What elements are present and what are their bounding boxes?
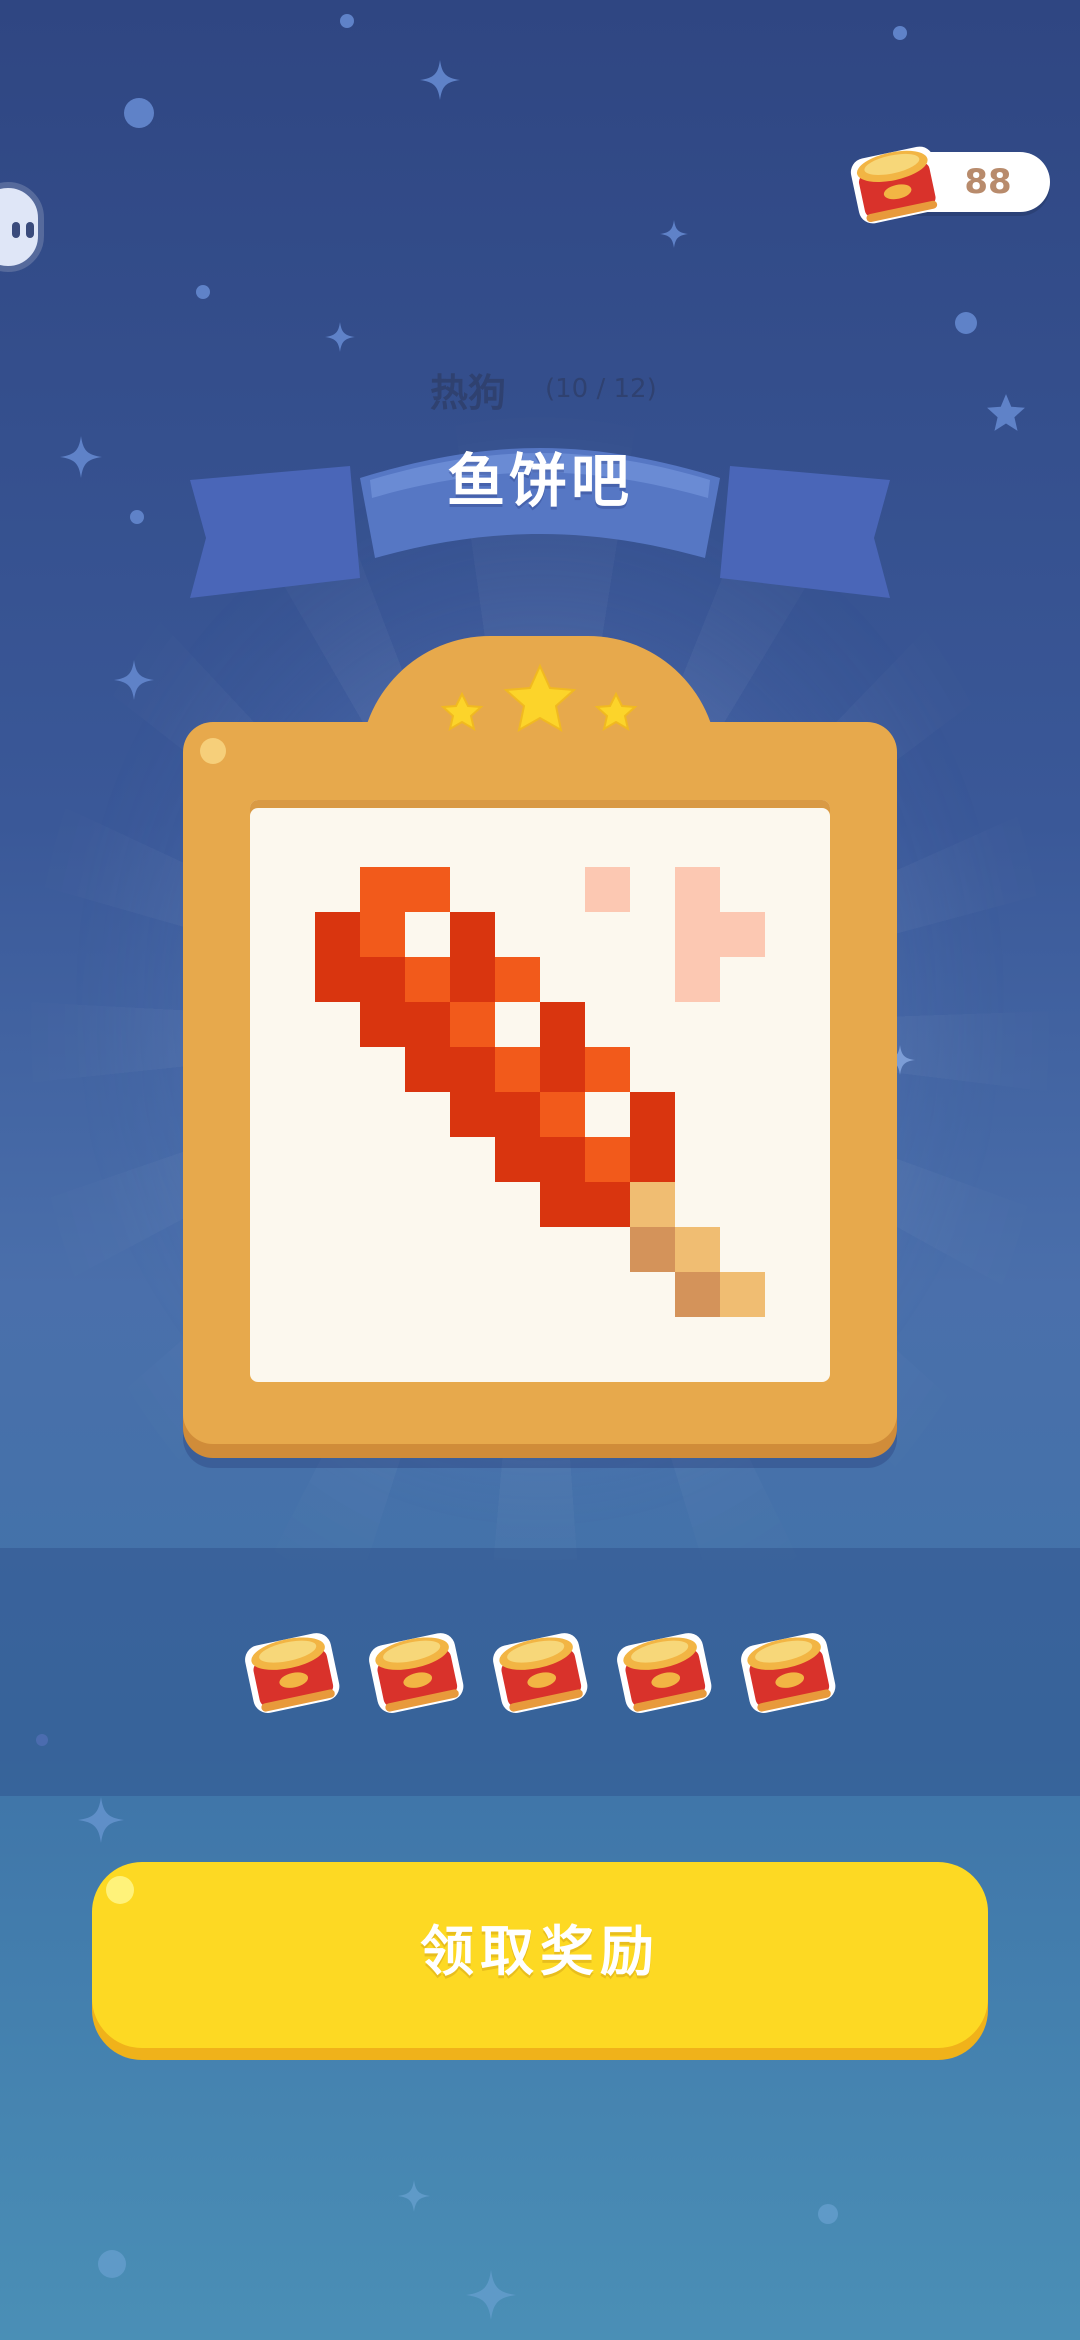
pixel-cell [495,1092,540,1137]
pixel-cell [405,1047,450,1092]
background-dot [124,98,154,128]
background-dot [130,510,144,524]
pixel-cell [495,1137,540,1182]
cat-food-can-icon [736,1622,840,1726]
pixel-cell [585,1047,630,1092]
pixel-cell [720,1272,765,1317]
pixel-cell [450,957,495,1002]
cat-food-can-icon [364,1622,468,1726]
pixel-cell [630,1182,675,1227]
pixel-cell [450,912,495,957]
pixel-cell [360,912,405,957]
pixel-cell [495,1047,540,1092]
sparkle-icon [78,1797,124,1843]
pixel-cell [315,957,360,1002]
sparkle-icon [466,2270,516,2320]
pixel-cell [315,912,360,957]
pixel-cell [585,1182,630,1227]
pixel-cell [540,1047,585,1092]
pixel-cell [675,1227,720,1272]
pixel-cell [405,867,450,912]
pixel-cell [360,1002,405,1047]
coin-count: 88 [964,162,1012,202]
pixel-cell [540,1137,585,1182]
pixel-cell [450,1092,495,1137]
pixel-cell [360,957,405,1002]
pixel-cell [630,1137,675,1182]
sparkle-icon [660,220,688,248]
sparkle-icon [325,322,355,352]
claim-reward-label[interactable]: 领取奖励 [92,1862,988,2042]
pixel-cell [675,867,720,912]
cat-food-can-icon [240,1622,344,1726]
pixel-cell [675,912,720,957]
pixel-cell [585,1137,630,1182]
level-name: 热狗 [430,371,507,415]
pixel-cell [405,957,450,1002]
pixel-cell [630,1092,675,1137]
sparkle-icon [60,436,102,478]
background-dot [893,26,907,40]
mascot-avatar-button[interactable] [0,182,44,272]
pixel-cell [675,957,720,1002]
pixel-cell [360,867,405,912]
star-icon [594,691,638,732]
star-icon [503,663,577,732]
sparkle-icon [987,394,1025,431]
pixel-cell [450,1002,495,1047]
star-icon [440,691,484,732]
background-dot [98,2250,126,2278]
level-title: 鱼饼吧 [446,447,633,515]
pixel-cell [540,1092,585,1137]
pixel-cell [495,957,540,1002]
pixel-cell [405,1002,450,1047]
pixel-cell [720,912,765,957]
sparkle-icon [398,2180,430,2212]
background-dot [955,312,977,334]
pixel-cell [630,1227,675,1272]
star-rating [440,663,638,732]
sparkle-icon [114,660,154,700]
cat-food-can-icon [850,146,942,224]
pixel-cell [540,1182,585,1227]
background-dot [196,285,210,299]
background-dot [340,14,354,28]
pixel-cell [585,867,630,912]
cat-food-can-icon [612,1622,716,1726]
background-dot [818,2204,838,2224]
pixel-cell [540,1002,585,1047]
pixel-cell [450,1047,495,1092]
sparkle-icon [420,60,460,100]
frame-highlight [200,738,226,764]
pixel-cell [675,1272,720,1317]
cat-food-can-icon [488,1622,592,1726]
level-progress: (10 / 12) [545,374,657,404]
